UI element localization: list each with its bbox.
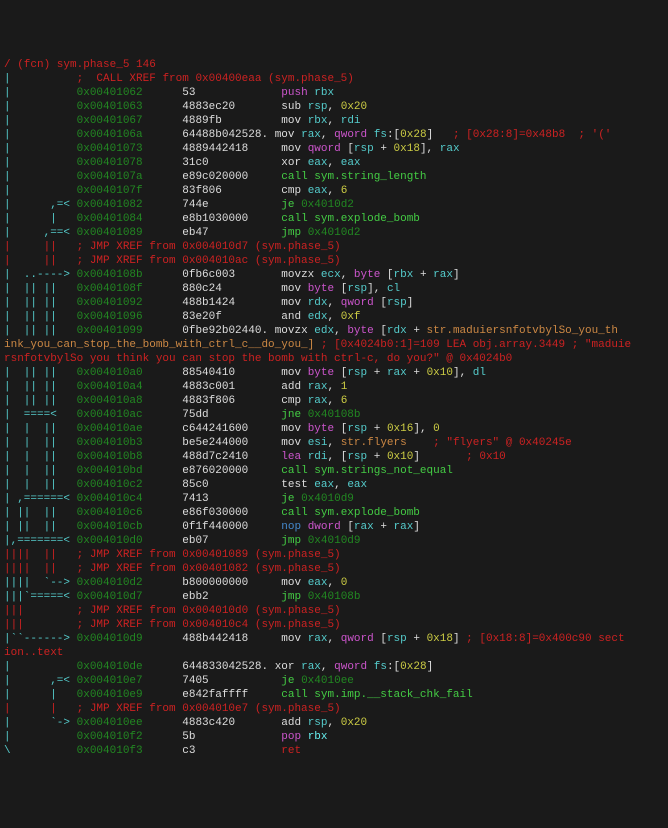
asm-line: | ,======< 0x004010c4 7413 je 0x4010d9 [4,492,664,506]
asm-line: |,=======< 0x004010d0 eb07 jmp 0x4010d9 [4,534,664,548]
asm-line: | || || 0x004010c6 e86f030000 call sym.e… [4,506,664,520]
asm-line: | `-> 0x004010ee 4883c420 add rsp, 0x20 [4,716,664,730]
xref: |||| || ; JMP XREF from 0x00401089 (sym.… [4,548,664,562]
asm-line: | | || 0x004010ae c644241600 mov byte [r… [4,422,664,436]
asm-line: | 0x004010f2 5b pop rbx [4,730,664,744]
asm-line: | 0x00401067 4889fb mov rbx, rdi [4,114,664,128]
asm-line: | 0x00401063 4883ec20 sub rsp, 0x20 [4,100,664,114]
xref: |||| || ; JMP XREF from 0x00401082 (sym.… [4,562,664,576]
asm-line: | | 0x004010e9 e842faffff call sym.imp._… [4,688,664,702]
asm-line: | 0x0040107f 83f806 cmp eax, 6 [4,184,664,198]
asm-line: | 0x00401078 31c0 xor eax, eax [4,156,664,170]
asm-line: | | || 0x004010bd e876020000 call sym.st… [4,464,664,478]
asm-line: | | || 0x004010b3 be5e244000 mov esi, st… [4,436,664,450]
disassembly-view: / (fcn) sym.phase_5 146| ; CALL XREF fro… [4,58,664,758]
asm-line: | || || 0x004010a4 4883c001 add rax, 1 [4,380,664,394]
asm-line: | || || 0x00401092 488b1424 mov rdx, qwo… [4,296,664,310]
asm-line: | || || 0x004010a0 88540410 mov byte [rs… [4,366,664,380]
asm-line: | | 0x00401084 e8b1030000 call sym.explo… [4,212,664,226]
xref: | || ; JMP XREF from 0x004010ac (sym.pha… [4,254,664,268]
asm-line: | | || 0x004010c2 85c0 test eax, eax [4,478,664,492]
function-header: / (fcn) sym.phase_5 146 [4,58,664,72]
asm-line: | 0x0040107a e89c020000 call sym.string_… [4,170,664,184]
asm-line: |``------> 0x004010d9 488b442418 mov rax… [4,632,664,646]
asm-line: | ..----> 0x0040108b 0fb6c003 movzx ecx,… [4,268,664,282]
asm-line: | ,=< 0x004010e7 7405 je 0x4010ee [4,674,664,688]
asm-line: | 0x004010de 644833042528. xor rax, qwor… [4,660,664,674]
asm-line: | ,=< 0x00401082 744e je 0x4010d2 [4,198,664,212]
asm-line: |||`=====< 0x004010d7 ebb2 jmp 0x40108b [4,590,664,604]
asm-line: |||| `--> 0x004010d2 b800000000 mov eax,… [4,576,664,590]
xref: ||| ; JMP XREF from 0x004010c4 (sym.phas… [4,618,664,632]
asm-line: | 0x00401062 53 push rbx [4,86,664,100]
asm-line: | ,==< 0x00401089 eb47 jmp 0x4010d2 [4,226,664,240]
asm-line: \ 0x004010f3 c3 ret [4,744,664,758]
asm-line: | | || 0x004010b8 488d7c2410 lea rdi, [r… [4,450,664,464]
asm-line: | || || 0x0040108f 880c24 mov byte [rsp]… [4,282,664,296]
asm-line: | || || 0x004010cb 0f1f440000 nop dword … [4,520,664,534]
asm-line: | ====< 0x004010ac 75dd jne 0x40108b [4,408,664,422]
xref: | | ; JMP XREF from 0x004010e7 (sym.phas… [4,702,664,716]
xref: ||| ; JMP XREF from 0x004010d0 (sym.phas… [4,604,664,618]
asm-line: | 0x00401073 4889442418 mov qword [rsp +… [4,142,664,156]
asm-line: | || || 0x004010a8 4883f806 cmp rax, 6 [4,394,664,408]
asm-line: | 0x0040106a 64488b042528. mov rax, qwor… [4,128,664,142]
xref: | || ; JMP XREF from 0x004010d7 (sym.pha… [4,240,664,254]
asm-line: | || || 0x00401096 83e20f and edx, 0xf [4,310,664,324]
